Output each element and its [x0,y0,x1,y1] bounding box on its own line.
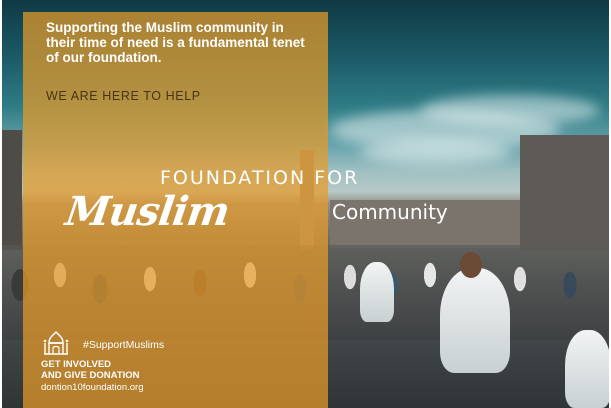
call-to-action: GET INVOLVED AND GIVE DONATION [41,359,140,381]
headline-foundation-for: FOUNDATION FOR [160,167,360,189]
headline-community-word: Community [332,200,448,224]
website-link[interactable]: dontion10foundation.org [41,382,143,393]
pilgrim-figure [565,330,611,408]
pilgrim-figure [360,262,394,322]
mission-statement: Supporting the Muslim community in their… [46,20,305,65]
building-left [0,130,22,250]
cta-line-2: AND GIVE DONATION [41,370,140,381]
pilgrim-figure [440,268,510,373]
building-right [520,135,611,250]
left-edge [0,0,2,408]
cloud [360,140,510,165]
tagline: WE ARE HERE TO HELP [46,89,201,103]
hashtag: #SupportMuslims [83,339,165,351]
cloud [420,95,600,125]
poster: Supporting the Muslim community in their… [0,0,611,408]
cta-line-1: GET INVOLVED [41,359,112,370]
pilgrim-head [460,252,482,278]
mosque-logo-icon [41,330,71,358]
headline-script-word: Muslim [62,188,232,235]
